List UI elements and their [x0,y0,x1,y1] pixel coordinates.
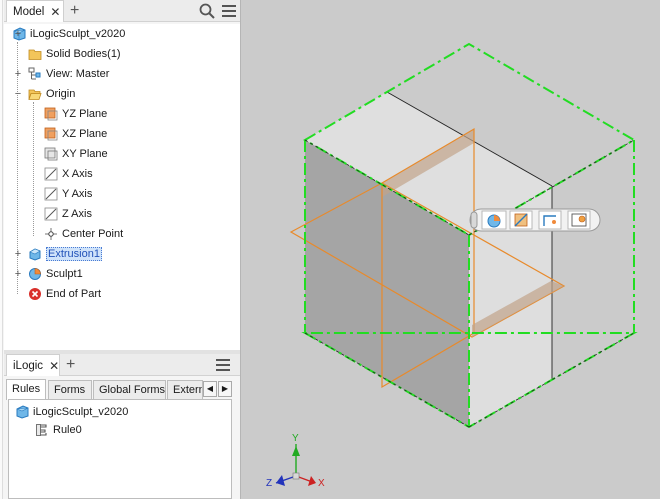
tree-item-label: Solid Bodies(1) [46,48,121,60]
tree-item-label: Center Point [62,228,124,240]
tree-item-origin[interactable]: Origin [28,84,75,104]
search-icon[interactable] [198,2,216,20]
tree-item-center-point[interactable]: Center Point [44,224,123,244]
subtab-global-forms[interactable]: Global Forms [93,380,166,400]
axis-x-label: X [318,478,325,489]
sculpt-add-icon[interactable] [481,210,507,230]
collapse-icon[interactable]: − [13,88,23,100]
tab-ilogic-label: iLogic [13,359,44,372]
axis-z-label: Z [266,478,272,489]
view-rep-icon [28,67,41,80]
add-tab-icon[interactable]: + [66,355,75,375]
viewport-canvas[interactable]: Y X Z [241,0,660,499]
extents-two-icon[interactable] [567,210,591,230]
axis-y-label: Y [292,433,299,444]
app-window: Model ✕ + iLogicSculpt_v2020 + Solid Bod… [0,0,660,499]
tree-item-label: Y Axis [62,188,93,200]
scroll-left-icon[interactable]: ◀ [203,381,217,397]
folder-open-icon [28,89,42,100]
plane-icon [44,147,58,161]
browser-pane: Model ✕ + iLogicSculpt_v2020 + Solid Bod… [0,0,240,499]
sculpt-icon [29,268,41,280]
ilogic-tabbar: iLogic ✕ + [4,354,240,376]
tab-model[interactable]: Model ✕ [6,0,64,22]
tree-item-x-axis[interactable]: X Axis [44,164,93,184]
axis-icon [44,167,58,181]
menu-icon[interactable] [216,359,230,371]
axis-icon [44,207,58,221]
subtab-forms[interactable]: Forms [48,380,92,400]
tab-ilogic[interactable]: iLogic ✕ [6,354,60,376]
tree-item-xy-plane[interactable]: XY Plane [44,144,108,164]
menu-icon[interactable] [222,5,236,17]
tree-item-root[interactable]: iLogicSculpt_v2020 [12,24,125,44]
extents-icon[interactable] [509,210,533,230]
model-tabbar: Model ✕ + [4,0,240,22]
y-arrow [292,446,300,456]
tree-item-solid-bodies[interactable]: Solid Bodies(1) [28,44,121,64]
tree-item-label: X Axis [62,168,93,180]
close-icon[interactable]: ✕ [50,5,60,19]
mini-toolbar [469,208,601,232]
ilogic-item-document[interactable]: iLogicSculpt_v2020 [15,402,128,422]
tree-item-label: YZ Plane [62,108,108,120]
plane-icon [44,127,58,141]
tree-item-end-of-part[interactable]: End of Part [28,284,101,304]
flip-icon[interactable] [538,210,562,230]
tree-guide-line [33,102,34,236]
add-tab-icon[interactable]: + [70,1,79,21]
rule-icon [36,424,47,436]
ilogic-rule-browser: iLogicSculpt_v2020 Rule0 [8,399,232,499]
tree-item-xz-plane[interactable]: XZ Plane [44,124,107,144]
tree-item-view[interactable]: View: Master [28,64,109,84]
scroll-right-icon[interactable]: ▶ [218,381,232,397]
close-icon[interactable]: ✕ [49,359,59,373]
tree-item-extrusion[interactable]: Extrusion1 [28,244,102,264]
end-of-part-icon [29,288,41,300]
subtab-external[interactable]: External [167,380,203,400]
expand-icon[interactable]: + [13,68,23,80]
tree-item-label: XY Plane [62,148,108,160]
expand-icon[interactable]: + [13,28,23,40]
tree-item-y-axis[interactable]: Y Axis [44,184,92,204]
pane-edge [0,0,3,499]
tree-item-label: XZ Plane [62,128,108,140]
ilogic-subtabs: Rules Forms Global Forms External ◀ ▶ [4,378,236,400]
tab-model-label: Model [13,5,45,18]
tree-item-label: iLogicSculpt_v2020 [30,28,126,40]
plane-icon [44,107,58,121]
tree-item-label: End of Part [46,288,102,300]
tree-item-label: Extrusion1 [46,247,102,261]
tree-item-sculpt[interactable]: Sculpt1 [28,264,83,284]
expand-icon[interactable]: + [13,248,23,260]
subtab-rules[interactable]: Rules [6,379,46,400]
tree-item-yz-plane[interactable]: YZ Plane [44,104,107,124]
axis-icon [44,187,58,201]
tree-item-z-axis[interactable]: Z Axis [44,204,92,224]
view-triad[interactable]: Y X Z [266,433,325,489]
tree-item-label: View: Master [46,68,110,80]
point-icon [45,228,57,240]
folder-icon [28,49,42,60]
extrusion-icon [29,248,41,261]
ilogic-item-label: iLogicSculpt_v2020 [33,406,129,418]
tree-item-label: Origin [46,88,76,100]
tree-item-label: Sculpt1 [46,268,83,280]
graphics-viewport[interactable]: Y X Z [240,0,660,499]
model-tree: iLogicSculpt_v2020 + Solid Bodies(1) Vie… [4,24,240,350]
grip-handle[interactable] [470,211,478,229]
part-cube-icon [16,405,29,419]
ilogic-item-label: Rule0 [53,424,82,436]
ilogic-item-rule[interactable]: Rule0 [35,420,82,440]
tree-item-label: Z Axis [62,208,92,220]
expand-icon[interactable]: + [13,268,23,280]
